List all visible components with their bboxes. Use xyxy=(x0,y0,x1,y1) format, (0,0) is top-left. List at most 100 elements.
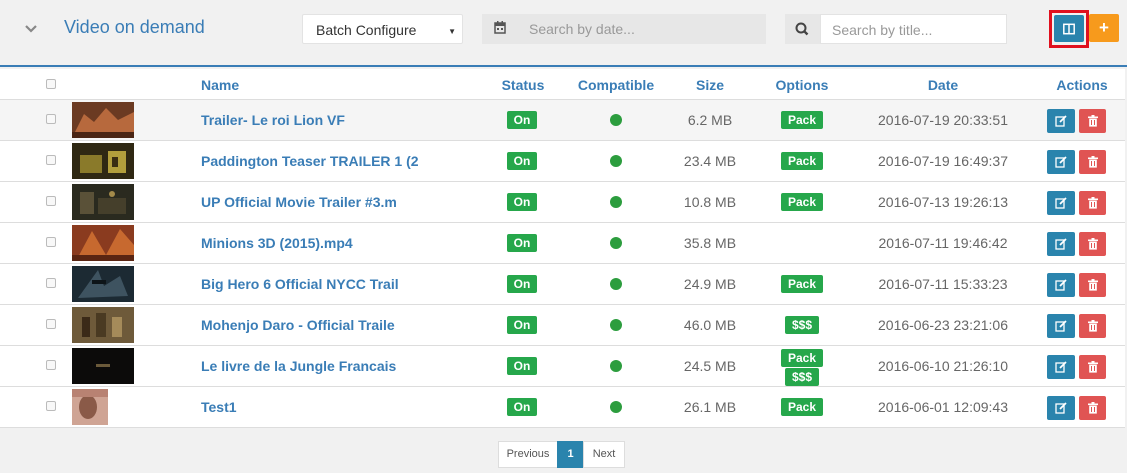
edit-button[interactable] xyxy=(1047,396,1075,420)
video-name-link[interactable]: Trailer- Le roi Lion VF xyxy=(201,112,345,128)
edit-button[interactable] xyxy=(1047,273,1075,297)
pagination-next[interactable]: Next xyxy=(583,441,625,468)
video-size: 46.0 MB xyxy=(683,317,737,333)
column-header-name[interactable]: Name xyxy=(201,77,239,93)
status-badge[interactable]: On xyxy=(507,275,537,293)
column-header-options[interactable]: Options xyxy=(767,77,837,93)
video-thumbnail[interactable] xyxy=(72,184,134,220)
status-badge[interactable]: On xyxy=(507,152,537,170)
row-checkbox[interactable] xyxy=(46,278,56,288)
video-name-link[interactable]: UP Official Movie Trailer #3.m xyxy=(201,194,397,210)
column-header-status[interactable]: Status xyxy=(496,77,550,93)
edit-button[interactable] xyxy=(1047,150,1075,174)
vod-panel: Video on demand Batch Configure ▼ Search… xyxy=(0,0,1127,473)
table-row: Test1 On 26.1 MB Pack 2016-06-01 12:09:4… xyxy=(0,387,1125,428)
video-size: 23.4 MB xyxy=(683,153,737,169)
edit-icon xyxy=(1055,279,1067,291)
row-checkbox[interactable] xyxy=(46,196,56,206)
trash-icon xyxy=(1087,156,1098,168)
edit-button[interactable] xyxy=(1047,232,1075,256)
video-name-link[interactable]: Test1 xyxy=(201,399,237,415)
compatible-indicator xyxy=(610,114,622,126)
status-badge[interactable]: On xyxy=(507,193,537,211)
video-thumbnail[interactable] xyxy=(72,389,108,425)
status-badge[interactable]: On xyxy=(507,234,537,252)
trash-icon xyxy=(1087,115,1098,127)
delete-button[interactable] xyxy=(1079,355,1106,379)
chevron-down-icon[interactable] xyxy=(23,20,39,36)
video-date: 2016-06-01 12:09:43 xyxy=(878,399,1008,415)
edit-button[interactable] xyxy=(1047,191,1075,215)
video-date: 2016-07-11 15:33:23 xyxy=(878,276,1008,292)
video-date: 2016-06-23 23:21:06 xyxy=(878,317,1008,333)
columns-toggle-button[interactable] xyxy=(1054,15,1084,42)
select-all-checkbox[interactable] xyxy=(46,79,56,89)
row-checkbox[interactable] xyxy=(46,401,56,411)
video-name-link[interactable]: Big Hero 6 Official NYCC Trail xyxy=(201,276,399,292)
video-thumbnail[interactable] xyxy=(72,225,134,261)
video-size: 24.9 MB xyxy=(683,276,737,292)
edit-button[interactable] xyxy=(1047,109,1075,133)
pagination-previous[interactable]: Previous xyxy=(498,441,558,468)
video-thumbnail[interactable] xyxy=(72,348,134,384)
edit-icon xyxy=(1055,361,1067,373)
column-header-date[interactable]: Date xyxy=(900,77,986,93)
row-checkbox[interactable] xyxy=(46,155,56,165)
video-size: 10.8 MB xyxy=(683,194,737,210)
compatible-indicator xyxy=(610,319,622,331)
delete-button[interactable] xyxy=(1079,109,1106,133)
delete-button[interactable] xyxy=(1079,191,1106,215)
row-checkbox[interactable] xyxy=(46,360,56,370)
row-checkbox[interactable] xyxy=(46,114,56,124)
table-body: Trailer- Le roi Lion VF On 6.2 MB Pack 2… xyxy=(0,100,1125,428)
pagination-page-1[interactable]: 1 xyxy=(557,441,584,468)
option-badge: $$$ xyxy=(785,316,819,334)
trash-icon xyxy=(1087,320,1098,332)
video-thumbnail[interactable] xyxy=(72,307,134,343)
video-date: 2016-07-13 19:26:13 xyxy=(878,194,1008,210)
edit-button[interactable] xyxy=(1047,314,1075,338)
video-name-link[interactable]: Paddington Teaser TRAILER 1 (2 xyxy=(201,153,419,169)
column-header-size[interactable]: Size xyxy=(680,77,740,93)
column-header-compatible[interactable]: Compatible xyxy=(572,77,660,93)
video-date: 2016-06-10 21:26:10 xyxy=(878,358,1008,374)
add-video-button[interactable]: + xyxy=(1089,14,1119,42)
edit-icon xyxy=(1055,197,1067,209)
plus-icon: + xyxy=(1099,18,1109,37)
video-name-link[interactable]: Minions 3D (2015).mp4 xyxy=(201,235,353,251)
delete-button[interactable] xyxy=(1079,232,1106,256)
title-search-input[interactable]: Search by title... xyxy=(820,14,1007,44)
compatible-indicator xyxy=(610,278,622,290)
video-name-link[interactable]: Le livre de la Jungle Francais xyxy=(201,358,396,374)
status-badge[interactable]: On xyxy=(507,111,537,129)
status-badge[interactable]: On xyxy=(507,398,537,416)
video-date: 2016-07-19 20:33:51 xyxy=(878,112,1008,128)
batch-configure-select[interactable]: Batch Configure ▼ xyxy=(302,14,463,44)
delete-button[interactable] xyxy=(1079,314,1106,338)
row-checkbox[interactable] xyxy=(46,319,56,329)
video-thumbnail[interactable] xyxy=(72,102,134,138)
video-name-link[interactable]: Mohenjo Daro - Official Traile xyxy=(201,317,395,333)
table-row: UP Official Movie Trailer #3.m On 10.8 M… xyxy=(0,182,1125,223)
select-caret-icon: ▼ xyxy=(448,27,456,36)
delete-button[interactable] xyxy=(1079,396,1106,420)
status-badge[interactable]: On xyxy=(507,357,537,375)
video-thumbnail[interactable] xyxy=(72,143,134,179)
option-badge: Pack xyxy=(781,111,823,129)
date-search-input[interactable]: Search by date... xyxy=(518,14,766,44)
delete-button[interactable] xyxy=(1079,273,1106,297)
option-badge: Pack xyxy=(781,152,823,170)
row-checkbox[interactable] xyxy=(46,237,56,247)
trash-icon xyxy=(1087,361,1098,373)
option-badge: Pack xyxy=(781,398,823,416)
batch-configure-value: Batch Configure xyxy=(316,22,417,38)
edit-icon xyxy=(1055,238,1067,250)
columns-icon xyxy=(1063,23,1075,34)
column-header-actions: Actions xyxy=(1056,77,1108,93)
trash-icon xyxy=(1087,402,1098,414)
video-thumbnail[interactable] xyxy=(72,266,134,302)
status-badge[interactable]: On xyxy=(507,316,537,334)
edit-button[interactable] xyxy=(1047,355,1075,379)
delete-button[interactable] xyxy=(1079,150,1106,174)
panel-title: Video on demand xyxy=(64,17,205,37)
